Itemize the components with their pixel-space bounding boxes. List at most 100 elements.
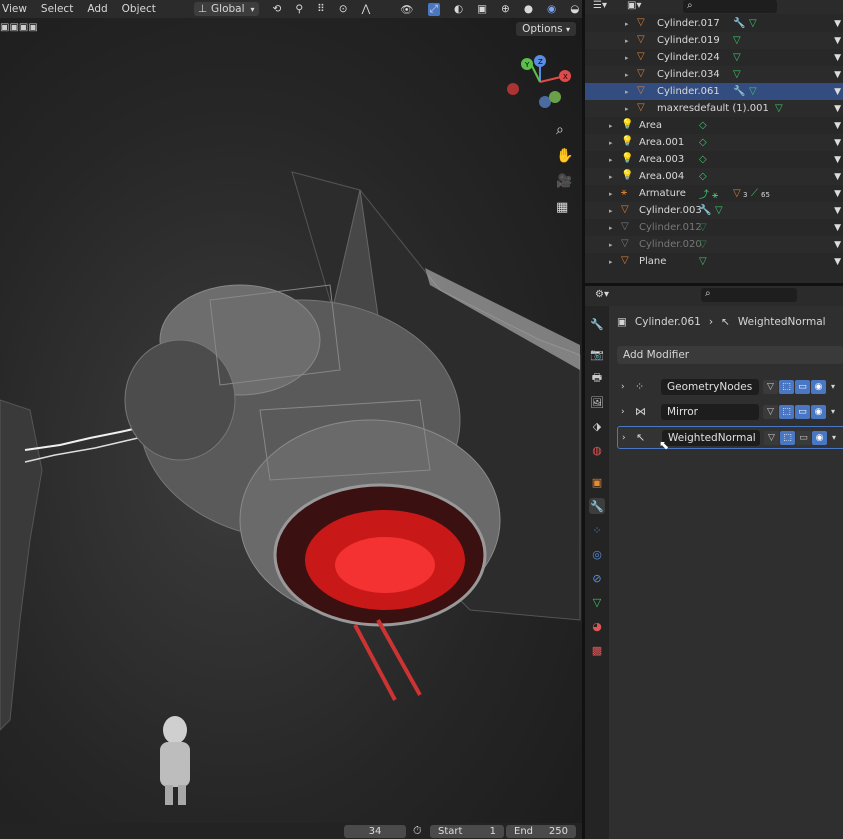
expand-arrow-icon[interactable]: ▸	[625, 88, 629, 96]
snap-icon[interactable]: ⚲	[295, 3, 303, 15]
xray-icon[interactable]: ▣	[477, 3, 487, 15]
filter-restrict-icon[interactable]: ▼	[834, 155, 841, 165]
expand-arrow-icon[interactable]: ▸	[609, 139, 613, 147]
light-data-icon[interactable]: ◇	[699, 171, 707, 182]
modifier-panel[interactable]: › ⋈ Mirror ▽ ⬚ ▭ ◉ ▾	[617, 401, 843, 422]
filter-restrict-icon[interactable]: ▼	[834, 36, 841, 46]
outliner-search-field[interactable]: ⌕	[683, 0, 777, 13]
navigation-gizmo[interactable]: Z X Y	[505, 52, 575, 112]
modifier-wrench-icon[interactable]: 🔧	[733, 18, 745, 29]
filter-icon[interactable]: ▣▾	[627, 0, 641, 11]
current-frame-field[interactable]: 34	[344, 825, 406, 838]
outliner-row[interactable]: ▸ ▽ Cylinder.061 🔧 ▽ ▼	[585, 83, 843, 100]
mesh-data-icon[interactable]: ▽	[699, 239, 707, 250]
filter-restrict-icon[interactable]: ▼	[834, 19, 841, 29]
world-tab-icon[interactable]: ◍	[589, 442, 605, 458]
outliner-row[interactable]: ▸ ▽ Cylinder.003 🔧 ▽ ▼	[585, 202, 843, 219]
outliner-row[interactable]: ▸ 💡 Area.003 ◇ ▼	[585, 151, 843, 168]
expand-arrow-icon[interactable]: ▸	[609, 122, 613, 130]
properties-search-field[interactable]: ⌕	[701, 288, 797, 302]
expand-arrow-icon[interactable]: ▸	[609, 156, 613, 164]
light-data-icon[interactable]: ◇	[699, 137, 707, 148]
filter-restrict-icon[interactable]: ▼	[834, 70, 841, 80]
bone-icon[interactable]: ⟋	[751, 188, 758, 199]
outliner-row[interactable]: ▸ ▽ Cylinder.034 ▽ ▼	[585, 66, 843, 83]
object-tab-icon[interactable]: ▣	[589, 474, 605, 490]
outliner-row[interactable]: ▸ ▽ Plane ▽ ▼	[585, 253, 843, 270]
mesh-data-icon[interactable]: ▽	[733, 69, 741, 80]
modifier-wrench-icon[interactable]: 🔧	[733, 86, 745, 97]
outliner-row[interactable]: ▸ 💡 Area.001 ◇ ▼	[585, 134, 843, 151]
menu-object[interactable]: Object	[122, 3, 156, 15]
render-camera-icon[interactable]: ◉	[812, 430, 827, 445]
mesh-data-icon[interactable]: ▽	[699, 222, 707, 233]
display-mode-icon[interactable]: ☰▾	[593, 0, 607, 11]
expand-arrow-icon[interactable]: ▸	[609, 241, 613, 249]
child-count-mesh-icon[interactable]: ▽	[733, 188, 741, 199]
constraints-tab-icon[interactable]: ⊘	[589, 570, 605, 586]
add-modifier-dropdown[interactable]: Add Modifier	[617, 346, 843, 364]
tool-tab-icon[interactable]: 🔧	[589, 316, 605, 332]
edit-cage-icon[interactable]: ▽	[764, 430, 779, 445]
visibility-icon[interactable]: 👁	[400, 3, 413, 16]
start-frame-field[interactable]: Start 1	[430, 825, 504, 838]
expand-arrow-icon[interactable]: ▸	[609, 190, 613, 198]
mesh-data-icon[interactable]: ▽	[733, 52, 741, 63]
menu-add[interactable]: Add	[87, 3, 107, 15]
outliner-row[interactable]: ▸ ⚹ Armature ⤴ ⚹ ▽ 3 ⟋ 65 ▼	[585, 185, 843, 202]
outliner-row[interactable]: ▸ ▽ Cylinder.024 ▽ ▼	[585, 49, 843, 66]
shading-material-icon[interactable]: ◉	[547, 3, 556, 15]
gizmo-toggle-icon[interactable]: ⤢	[427, 2, 440, 16]
filter-restrict-icon[interactable]: ▼	[834, 172, 841, 182]
expand-arrow-icon[interactable]: ▸	[625, 20, 629, 28]
expand-chevron-icon[interactable]: ›	[621, 382, 625, 392]
outliner-row[interactable]: ▸ ▽ Cylinder.019 ▽ ▼	[585, 32, 843, 49]
outliner-row[interactable]: ▸ ▽ Cylinder.017 🔧 ▽ ▼	[585, 15, 843, 32]
stopwatch-icon[interactable]: ⏱	[413, 824, 422, 838]
light-data-icon[interactable]: ◇	[699, 154, 707, 165]
mesh-data-icon[interactable]: ▽	[733, 35, 741, 46]
edit-mode-icon[interactable]: ⬚	[779, 379, 794, 394]
modifier-menu-icon[interactable]: ▾	[832, 433, 836, 442]
camera-icon[interactable]: 🎥	[556, 174, 572, 189]
edit-cage-icon[interactable]: ▽	[763, 379, 778, 394]
particles-tab-icon[interactable]: ⁘	[589, 522, 605, 538]
menu-view[interactable]: View	[2, 3, 27, 15]
end-frame-field[interactable]: End 250	[506, 825, 576, 838]
options-dropdown[interactable]: Options ▾	[516, 22, 576, 36]
expand-arrow-icon[interactable]: ▸	[625, 71, 629, 79]
modifier-wrench-icon[interactable]: 🔧	[699, 205, 711, 216]
mesh-data-icon[interactable]: ▽	[749, 18, 757, 29]
outliner-row[interactable]: ▸ 💡 Area ◇ ▼	[585, 117, 843, 134]
filter-restrict-icon[interactable]: ▼	[834, 223, 841, 233]
render-camera-icon[interactable]: ◉	[811, 379, 826, 394]
filter-restrict-icon[interactable]: ▼	[834, 240, 841, 250]
mesh-data-icon[interactable]: ▽	[715, 205, 723, 216]
expand-arrow-icon[interactable]: ▸	[609, 207, 613, 215]
edit-cage-icon[interactable]: ▽	[763, 404, 778, 419]
edit-mode-icon[interactable]: ⬚	[779, 404, 794, 419]
shading-wireframe-icon[interactable]: ⊕	[501, 3, 510, 15]
scene-tab-icon[interactable]: ⬗	[589, 418, 605, 434]
grid-snap-icon[interactable]: ⠿	[317, 3, 325, 15]
filter-restrict-icon[interactable]: ▼	[834, 138, 841, 148]
mesh-data-icon[interactable]: ▽	[749, 86, 757, 97]
filter-restrict-icon[interactable]: ▼	[834, 189, 841, 199]
select-mode-icons[interactable]: ▣▣▣▣	[0, 22, 38, 33]
expand-arrow-icon[interactable]: ▸	[609, 224, 613, 232]
proportional-edit-icon[interactable]: ⊙	[339, 3, 348, 15]
outliner-row[interactable]: ▸ ▽ Cylinder.020 ▽ ▼	[585, 236, 843, 253]
expand-arrow-icon[interactable]: ▸	[625, 54, 629, 62]
edit-mode-icon[interactable]: ⬚	[780, 430, 795, 445]
material-tab-icon[interactable]: ◕	[589, 618, 605, 634]
pose-icon[interactable]: ⤴ ⚹	[699, 186, 718, 201]
pivot-icon[interactable]: ⟲	[273, 3, 282, 15]
pan-hand-icon[interactable]: ✋	[556, 148, 573, 164]
shading-solid-icon[interactable]: ●	[524, 3, 533, 15]
texture-tab-icon[interactable]: ▩	[589, 642, 605, 658]
expand-arrow-icon[interactable]: ▸	[625, 37, 629, 45]
outliner-row[interactable]: ▸ ▽ maxresdefault (1).001 ▽ ▼	[585, 100, 843, 117]
render-tab-icon[interactable]: 📷	[589, 346, 605, 362]
modifier-menu-icon[interactable]: ▾	[831, 407, 835, 416]
mesh-data-icon[interactable]: ▽	[775, 103, 783, 114]
